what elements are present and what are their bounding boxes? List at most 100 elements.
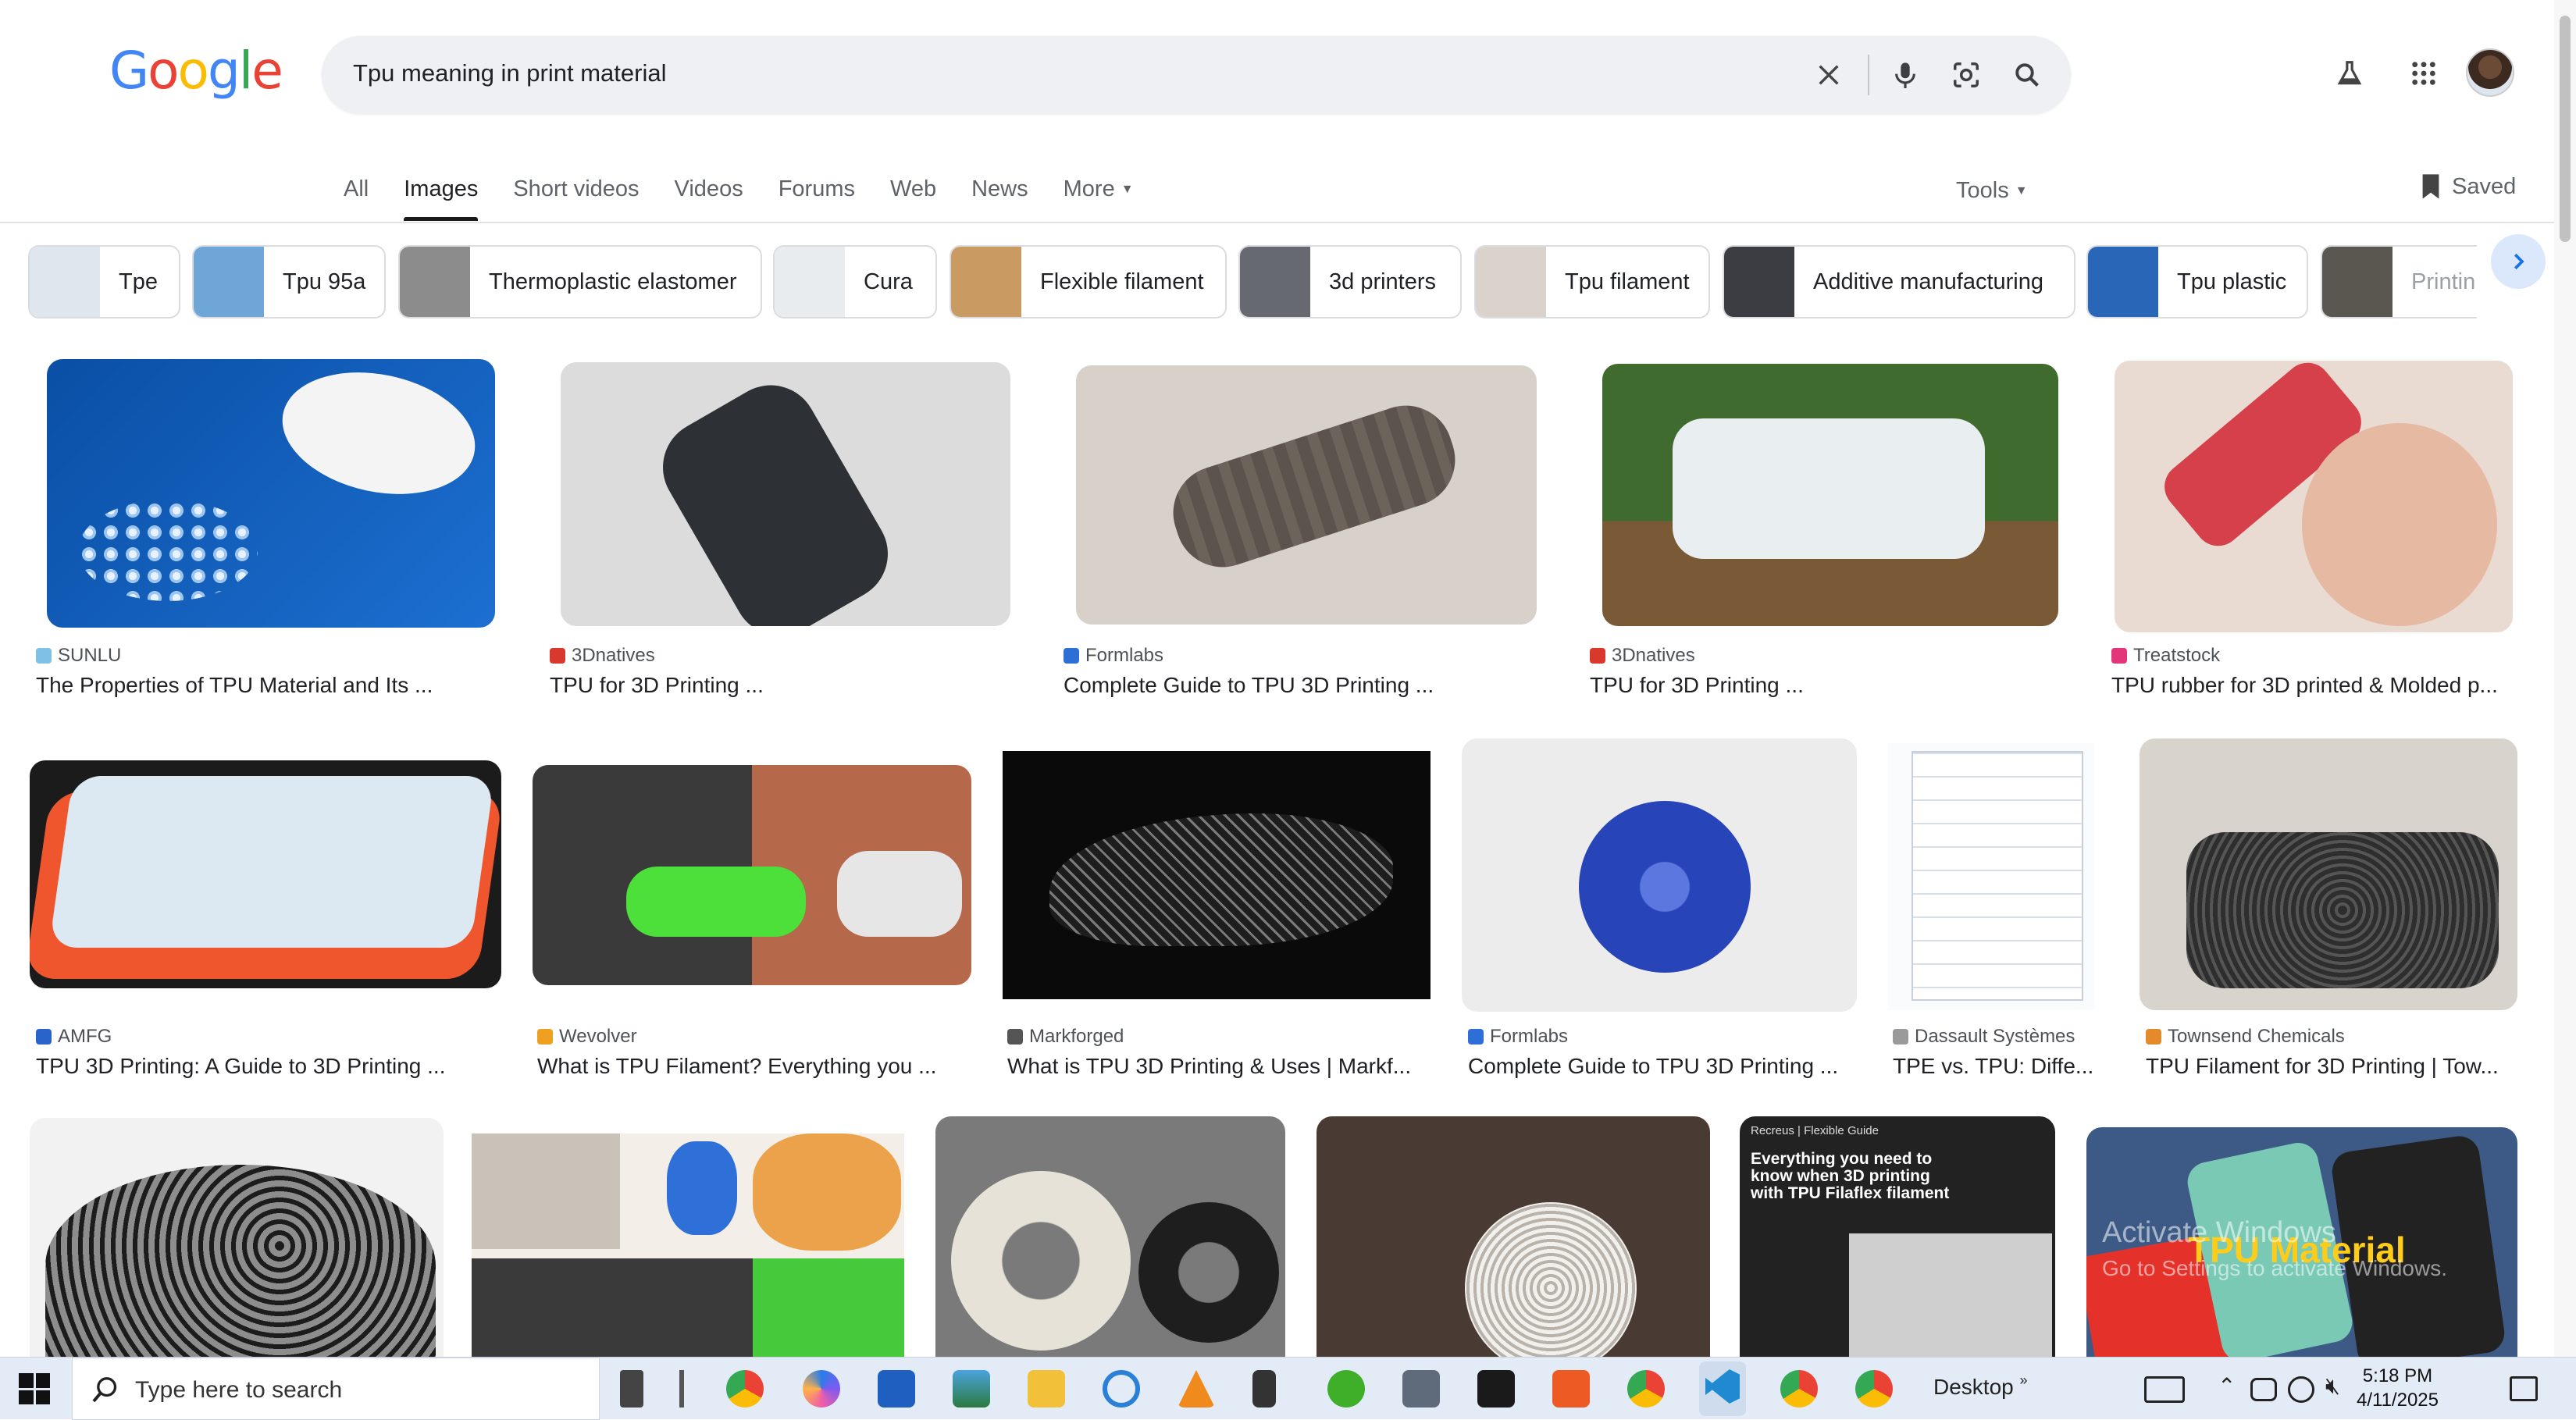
search-app-icon[interactable]	[1103, 1370, 1140, 1408]
lens-icon[interactable]	[1947, 56, 1985, 94]
result-title[interactable]: The Properties of TPU Material and Its .…	[36, 673, 504, 698]
result-title[interactable]: What is TPU Filament? Everything you ...	[537, 1054, 959, 1079]
result-title[interactable]: TPU for 3D Printing ...	[550, 673, 1018, 698]
tab-more[interactable]: More ▼	[1064, 176, 1134, 215]
tab-short-videos[interactable]: Short videos	[513, 176, 639, 215]
chrome-icon[interactable]	[726, 1370, 764, 1408]
clear-icon[interactable]	[1810, 56, 1847, 94]
scrollbar-thumb[interactable]	[2560, 16, 2571, 242]
apps-grid-icon[interactable]	[2405, 55, 2442, 92]
result-title[interactable]: TPU 3D Printing: A Guide to 3D Printing …	[36, 1054, 504, 1079]
chip-flexible-filament[interactable]: Flexible filament	[950, 245, 1227, 319]
chip-tpu-95a[interactable]: Tpu 95a	[192, 245, 386, 319]
result-title[interactable]: Complete Guide to TPU 3D Printing ...	[1064, 673, 1532, 698]
search-input[interactable]: Tpu meaning in print material	[353, 59, 666, 87]
result-thumbnail[interactable]	[2140, 738, 2517, 1010]
tpu-sheet-graphic	[1673, 418, 1985, 559]
keyboard-icon[interactable]	[2144, 1376, 2185, 1403]
window-app-icon[interactable]	[1402, 1370, 1440, 1408]
result-thumbnail[interactable]	[1076, 365, 1537, 625]
windows-start-icon[interactable]	[19, 1373, 50, 1404]
result-title[interactable]: Complete Guide to TPU 3D Printing ...	[1468, 1054, 1858, 1079]
result-thumbnail[interactable]	[1602, 364, 2058, 626]
notifications-icon[interactable]	[2510, 1376, 2538, 1401]
location-icon[interactable]	[2288, 1376, 2314, 1403]
labs-flask-icon[interactable]	[2331, 55, 2368, 92]
result-thumbnail[interactable]	[2115, 361, 2513, 632]
result-source: Formlabs	[1085, 645, 1164, 666]
account-avatar[interactable]	[2466, 48, 2514, 97]
result-source: Dassault Systèmes	[1915, 1026, 2075, 1047]
chip-tpu-plastic[interactable]: Tpu plastic	[2086, 245, 2308, 319]
green-app-icon[interactable]	[1327, 1370, 1365, 1408]
store-icon[interactable]	[878, 1370, 915, 1408]
usb-drive-icon[interactable]	[1252, 1370, 1276, 1408]
result-title[interactable]: TPU rubber for 3D printed & Molded p...	[2111, 673, 2517, 698]
chip-thermoplastic-elastomer[interactable]: Thermoplastic elastomer	[398, 245, 762, 319]
volume-muted-icon[interactable]: 🔇︎	[2325, 1373, 2340, 1400]
tools-menu[interactable]: Tools ▼	[1956, 178, 2028, 204]
result-title[interactable]: TPE vs. TPU: Diffe...	[1893, 1054, 2104, 1079]
result-thumbnail[interactable]	[1462, 738, 1857, 1012]
saved-button[interactable]: Saved	[2421, 173, 2516, 200]
result-thumbnail[interactable]	[30, 760, 501, 988]
result-thumbnail[interactable]: Recreus | Flexible Guide Everything you …	[1740, 1116, 2055, 1357]
result-title[interactable]: TPU for 3D Printing ...	[1590, 673, 2058, 698]
result-thumbnail[interactable]	[533, 765, 971, 985]
vlc-icon[interactable]	[1178, 1370, 1215, 1408]
result-title[interactable]: TPU Filament for 3D Printing | Tow...	[2146, 1054, 2521, 1079]
chrome-profile-icon[interactable]	[1627, 1370, 1665, 1408]
sneaker-graphic	[837, 851, 962, 937]
collage-cell	[753, 1134, 901, 1251]
result-thumbnail[interactable]	[30, 1118, 444, 1357]
saddle-graphic	[45, 1165, 436, 1357]
chip-cura[interactable]: Cura	[773, 245, 937, 319]
system-clock[interactable]: 5:18 PM 4/11/2025	[2357, 1364, 2439, 1412]
chip-label: 3d printers	[1329, 269, 1437, 294]
file-explorer-icon[interactable]	[1028, 1370, 1065, 1408]
copilot-icon[interactable]	[803, 1370, 840, 1408]
chip-printing[interactable]: Printin	[2321, 245, 2477, 319]
taskbar-search-box[interactable]: Type here to search	[72, 1358, 600, 1420]
chrome-profile-2-icon[interactable]	[1780, 1370, 1818, 1408]
result-source: Formlabs	[1490, 1026, 1569, 1047]
tab-images[interactable]: Images	[404, 176, 479, 221]
tab-more-label: More	[1063, 176, 1115, 201]
photos-icon[interactable]	[953, 1370, 990, 1408]
search-box[interactable]: Tpu meaning in print material	[322, 36, 2071, 114]
result-thumbnail[interactable]	[47, 359, 495, 628]
chips-scroll-right-button[interactable]	[2491, 234, 2546, 289]
chip-tpu-filament[interactable]: Tpu filament	[1474, 245, 1710, 319]
tab-forums[interactable]: Forums	[779, 176, 855, 215]
result-title[interactable]: What is TPU 3D Printing & Uses | Markf..…	[1007, 1054, 1429, 1079]
chrome-profile-3-icon[interactable]	[1855, 1370, 1893, 1408]
chip-label: Flexible filament	[1040, 269, 1204, 294]
google-logo[interactable]: Google	[109, 41, 283, 101]
tab-all[interactable]: All	[344, 176, 369, 215]
windows-taskbar: Type here to search Desktop » ⌃ 🔇︎ 5:18 …	[0, 1357, 2576, 1420]
chip-tpe[interactable]: Tpe	[28, 245, 180, 319]
network-icon[interactable]	[2250, 1378, 2277, 1401]
result-thumbnail[interactable]	[1003, 751, 1431, 999]
search-icon[interactable]	[2008, 56, 2046, 94]
result-thumbnail[interactable]	[472, 1134, 904, 1357]
result-thumbnail[interactable]	[1317, 1116, 1710, 1357]
result-thumbnail[interactable]	[561, 362, 1010, 626]
result-source: Markforged	[1029, 1026, 1124, 1047]
vscode-active-slot[interactable]	[1699, 1361, 1746, 1416]
chip-additive-manufacturing[interactable]: Additive manufacturing	[1723, 245, 2075, 319]
logo-letter: l	[238, 41, 253, 101]
tab-news[interactable]: News	[971, 176, 1028, 215]
logo-letter: o	[148, 41, 179, 101]
tab-web[interactable]: Web	[890, 176, 936, 215]
task-view-icon[interactable]	[620, 1370, 643, 1408]
result-thumbnail[interactable]	[935, 1116, 1285, 1357]
result-thumbnail[interactable]	[1888, 743, 2094, 1010]
desktop-toolbar[interactable]: Desktop »	[1933, 1372, 2028, 1400]
terminal-icon[interactable]	[1477, 1370, 1515, 1408]
tab-videos[interactable]: Videos	[675, 176, 743, 215]
microphone-icon[interactable]	[1887, 56, 1924, 94]
orange-app-icon[interactable]	[1552, 1370, 1590, 1408]
chevron-up-icon[interactable]: ⌃	[2218, 1373, 2236, 1399]
chip-3d-printers[interactable]: 3d printers	[1238, 245, 1462, 319]
